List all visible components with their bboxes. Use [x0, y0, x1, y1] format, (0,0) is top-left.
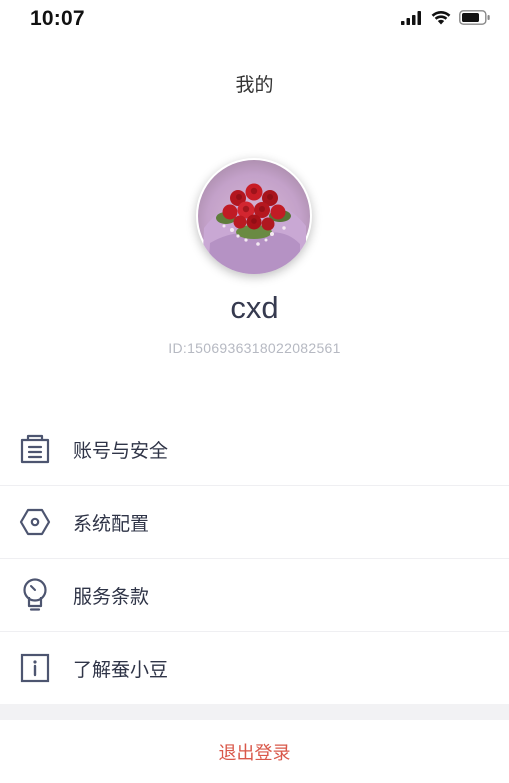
terms-bulb-icon	[18, 578, 52, 612]
menu-item-label: 账号与安全	[73, 439, 169, 462]
status-icons	[401, 10, 491, 29]
avatar[interactable]	[196, 158, 312, 274]
account-security-icon	[18, 432, 52, 466]
info-icon	[18, 651, 52, 685]
user-id: ID:1506936318022082561	[168, 340, 341, 356]
logout-button[interactable]: 退出登录	[0, 720, 509, 783]
username: cxd	[230, 290, 279, 325]
settings-hexagon-icon	[18, 505, 52, 539]
battery-icon	[459, 10, 491, 29]
section-divider	[0, 704, 509, 720]
menu-item-account-security[interactable]: 账号与安全	[0, 413, 509, 486]
menu-item-label: 了解蚕小豆	[73, 658, 169, 681]
menu-item-terms-of-service[interactable]: 服务条款	[0, 559, 509, 632]
menu-item-label: 服务条款	[73, 585, 150, 608]
wifi-icon	[431, 10, 451, 29]
signal-icon	[401, 10, 423, 29]
menu-item-system-config[interactable]: 系统配置	[0, 486, 509, 559]
avatar-image	[198, 160, 310, 274]
status-bar: 10:07	[0, 0, 509, 40]
page-title: 我的	[235, 74, 274, 96]
menu-list: 账号与安全 系统配置 服务条款 了解蚕小豆	[0, 413, 509, 704]
status-time: 10:07	[30, 7, 85, 30]
menu-item-label: 系统配置	[73, 512, 150, 535]
menu-item-about[interactable]: 了解蚕小豆	[0, 632, 509, 704]
logout-label: 退出登录	[218, 742, 291, 764]
